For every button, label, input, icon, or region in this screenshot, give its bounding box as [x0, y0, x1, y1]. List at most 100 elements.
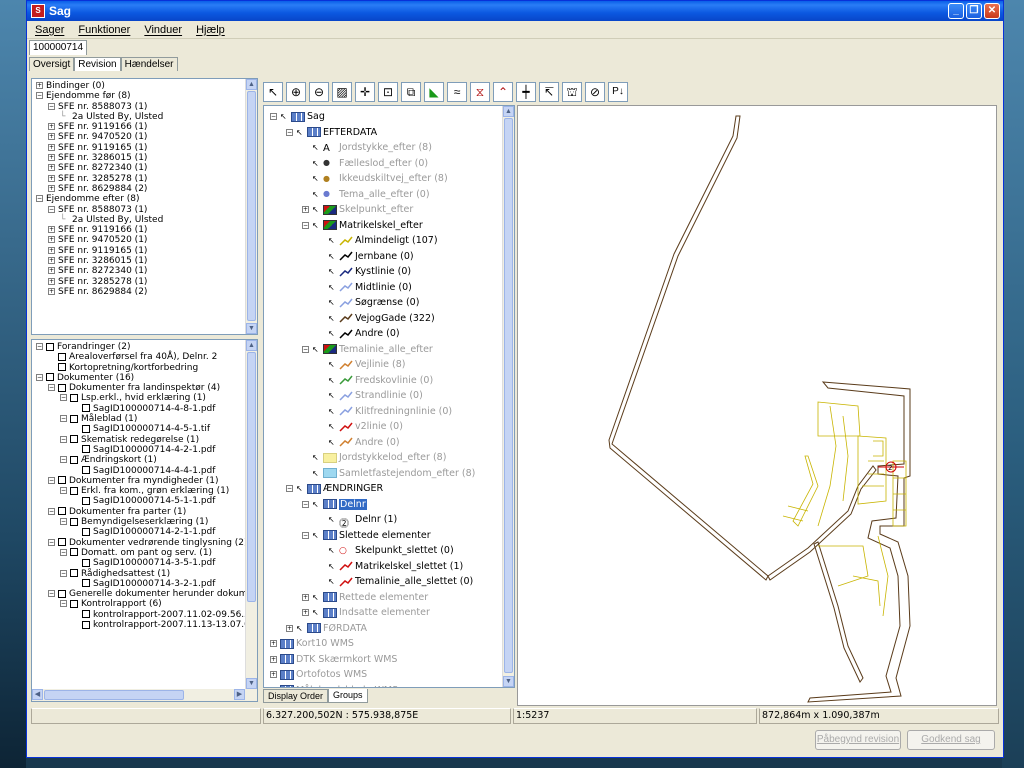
- tree-item[interactable]: Arealoverførsel fra 40Å), Delnr. 2: [36, 352, 257, 362]
- layer-item[interactable]: ↖ Jordstykkelod_efter (8): [264, 450, 514, 466]
- checkbox[interactable]: [82, 558, 90, 567]
- checkbox[interactable]: [82, 620, 90, 629]
- checkbox[interactable]: [58, 476, 66, 485]
- scroll-left-icon[interactable]: ◀: [32, 689, 43, 700]
- binoculars-icon[interactable]: ⛫: [562, 82, 582, 102]
- selectable-pointer-icon[interactable]: ↖: [328, 360, 335, 369]
- tree-item[interactable]: + Bindinger (0): [36, 81, 257, 91]
- previous-view-icon[interactable]: ⧉: [401, 82, 421, 102]
- tree-item[interactable]: kontrolrapport-2007.11.13-13.07.09.pd: [36, 620, 257, 630]
- zoom-extent-icon[interactable]: ⊡: [378, 82, 398, 102]
- tree-item[interactable]: − Dokumenter vedrørende tinglysning (2): [36, 538, 257, 548]
- property-tree-scrollbar[interactable]: ▲ ▼: [245, 79, 257, 334]
- selectable-pointer-icon[interactable]: ↖: [312, 453, 319, 462]
- tab-case[interactable]: 100000714: [29, 40, 88, 55]
- layer-item[interactable]: + Målebordsblade WMS: [264, 683, 514, 687]
- tree-item[interactable]: + SFE nr. 3286015 (1): [36, 153, 257, 163]
- expand-icon[interactable]: +: [48, 257, 55, 265]
- tree-item[interactable]: − Rådighedsattest (1): [36, 569, 257, 579]
- tree-item[interactable]: − SFE nr. 8588073 (1): [36, 205, 257, 215]
- tree-item[interactable]: + SFE nr. 8272340 (1): [36, 266, 257, 276]
- tab-haendelser[interactable]: Hændelser: [120, 57, 178, 71]
- start-revision-button[interactable]: Påbegynd revision: [815, 730, 901, 750]
- menu-sager[interactable]: Sager: [35, 24, 64, 36]
- tree-item[interactable]: Kortopretning/kortforbedring: [36, 363, 257, 373]
- selectable-pointer-icon[interactable]: ↖: [312, 469, 319, 478]
- checkbox[interactable]: [46, 342, 54, 351]
- expand-icon[interactable]: +: [36, 82, 43, 89]
- checkbox[interactable]: [70, 517, 78, 526]
- layer-item[interactable]: ↖ Temalinie_alle_slettet (0): [264, 574, 514, 590]
- layer-item[interactable]: ↖ Samletfastejendom_efter (8): [264, 466, 514, 482]
- expand-icon[interactable]: +: [48, 287, 55, 295]
- layer-item[interactable]: ↖ ● Tema_alle_efter (0): [264, 187, 514, 203]
- selectable-pointer-icon[interactable]: ↖: [328, 407, 335, 416]
- collapse-icon[interactable]: −: [60, 569, 67, 577]
- selectable-pointer-icon[interactable]: ↖: [328, 562, 335, 571]
- collapse-icon[interactable]: −: [302, 531, 309, 539]
- layer-item[interactable]: ↖ ● Fælleslod_efter (0): [264, 156, 514, 172]
- collapse-icon[interactable]: −: [60, 600, 67, 608]
- checkbox[interactable]: [70, 414, 78, 423]
- collapse-icon[interactable]: −: [302, 345, 309, 353]
- collapse-icon[interactable]: −: [60, 415, 67, 423]
- scroll-right-icon[interactable]: ▶: [234, 689, 245, 700]
- layer-item[interactable]: ↖ Vejlinie (8): [264, 357, 514, 373]
- restore-icon[interactable]: ❐: [966, 3, 982, 19]
- collapse-icon[interactable]: −: [60, 456, 67, 464]
- selectable-pointer-icon[interactable]: ↖: [312, 143, 319, 152]
- tree-item[interactable]: └ 2a Ulsted By, Ulsted: [36, 215, 257, 225]
- tree-item[interactable]: + SFE nr. 9119165 (1): [36, 143, 257, 153]
- tree-item[interactable]: − Kontrolrapport (6): [36, 599, 257, 609]
- scroll-up-icon[interactable]: ▲: [246, 79, 257, 90]
- tree-item[interactable]: − Ændringskort (1): [36, 455, 257, 465]
- layer-item[interactable]: + Kort10 WMS: [264, 636, 514, 652]
- checkbox[interactable]: [70, 393, 78, 402]
- scroll-up-icon[interactable]: ▲: [503, 106, 514, 117]
- draw-line-icon[interactable]: ≈: [447, 82, 467, 102]
- selectable-pointer-icon[interactable]: ↖: [328, 236, 335, 245]
- minimize-icon[interactable]: _: [948, 3, 964, 19]
- tree-item[interactable]: SagID100000714-4-2-1.pdf: [36, 445, 257, 455]
- layer-item[interactable]: ↖ v2linie (0): [264, 419, 514, 435]
- tree-item[interactable]: + SFE nr. 8629884 (2): [36, 184, 257, 194]
- checkbox[interactable]: [46, 373, 54, 382]
- selectable-pointer-icon[interactable]: ↖: [312, 221, 319, 230]
- checkbox[interactable]: [70, 455, 78, 464]
- tree-item[interactable]: + SFE nr. 9470520 (1): [36, 132, 257, 142]
- layer-item[interactable]: ↖ Andre (0): [264, 435, 514, 451]
- measure-line-icon[interactable]: ⌃: [493, 82, 513, 102]
- tree-item[interactable]: − Skematisk redegørelse (1): [36, 435, 257, 445]
- layer-item[interactable]: + ↖ Skelpunkt_efter: [264, 202, 514, 218]
- layer-item[interactable]: + Ortofotos WMS: [264, 667, 514, 683]
- collapse-icon[interactable]: −: [286, 485, 293, 493]
- scroll-thumb[interactable]: [247, 352, 256, 602]
- layer-item[interactable]: ↖ Fredskovlinie (0): [264, 373, 514, 389]
- zoom-out-icon[interactable]: ⊖: [309, 82, 329, 102]
- tree-item[interactable]: − Måleblad (1): [36, 414, 257, 424]
- selectable-pointer-icon[interactable]: ↖: [328, 252, 335, 261]
- menu-vinduer[interactable]: Vinduer: [144, 24, 182, 36]
- scroll-thumb[interactable]: [504, 118, 513, 673]
- checkbox[interactable]: [70, 486, 78, 495]
- collapse-icon[interactable]: −: [36, 195, 43, 203]
- selectable-pointer-icon[interactable]: ↖: [296, 624, 303, 633]
- expand-icon[interactable]: +: [48, 236, 55, 244]
- selectable-pointer-icon[interactable]: ↖: [312, 531, 319, 540]
- tree-item[interactable]: − Dokumenter fra landinspektør (4): [36, 383, 257, 393]
- title-bar[interactable]: S Sag _ ❐ ✕: [27, 1, 1003, 21]
- collapse-icon[interactable]: −: [302, 500, 309, 508]
- layer-item[interactable]: ↖ Matrikelskel_slettet (1): [264, 559, 514, 575]
- expand-icon[interactable]: +: [270, 640, 277, 648]
- scroll-up-icon[interactable]: ▲: [246, 340, 257, 351]
- expand-icon[interactable]: +: [302, 609, 309, 617]
- layer-item[interactable]: − ↖ Delnr: [264, 497, 514, 513]
- tree-item[interactable]: − Bemyndigelseserklæring (1): [36, 517, 257, 527]
- expand-icon[interactable]: +: [48, 154, 55, 162]
- expand-icon[interactable]: +: [48, 246, 55, 254]
- layer-item[interactable]: ↖ Andre (0): [264, 326, 514, 342]
- layer-item[interactable]: ↖ Søgrænse (0): [264, 295, 514, 311]
- checkbox[interactable]: [82, 404, 90, 413]
- measure-point-icon[interactable]: ┿: [516, 82, 536, 102]
- collapse-icon[interactable]: −: [286, 128, 293, 136]
